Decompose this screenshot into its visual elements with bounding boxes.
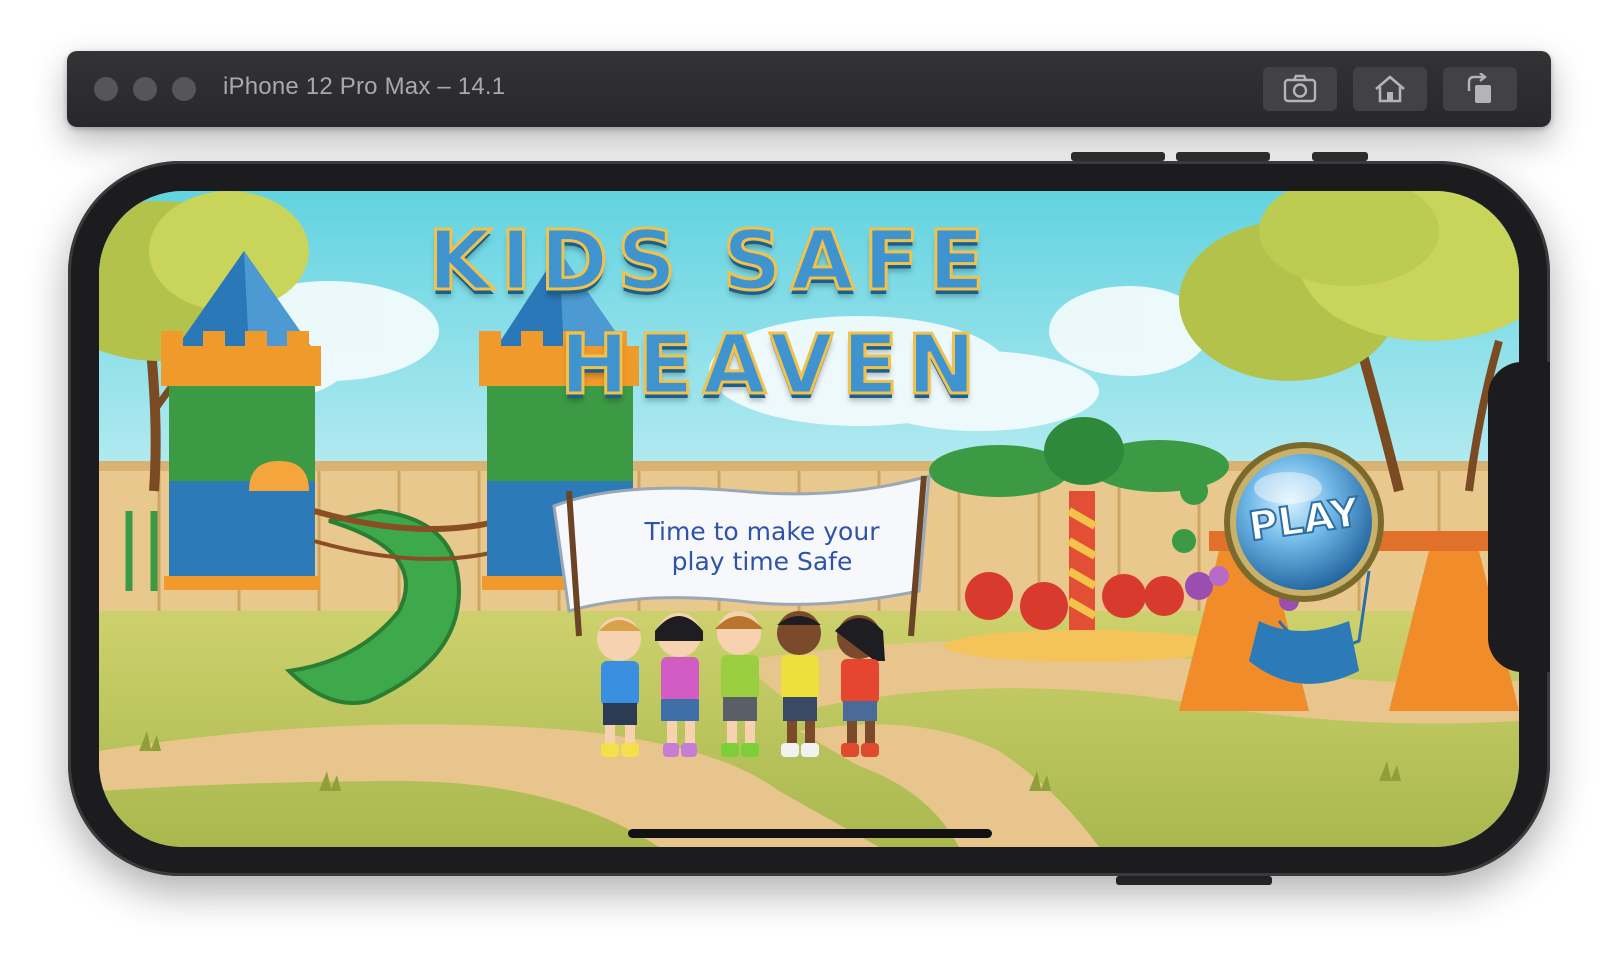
zoom-window-button[interactable] [172,77,196,101]
banner-tagline: Time to make your play time Safe [596,517,928,577]
game-title-line-2: HEAVEN [559,317,985,415]
banner-line-1: Time to make your [644,517,880,546]
device-side-button [1071,152,1165,161]
home-button[interactable] [1353,67,1427,111]
device-side-button [1312,152,1368,161]
device-power-button [1116,876,1272,885]
minimize-window-button[interactable] [133,77,157,101]
simulator-title: iPhone 12 Pro Max – 14.1 [223,73,506,100]
home-indicator[interactable] [628,829,992,838]
game-title-line-1: KIDS SAFE [426,213,994,311]
screenshot-button[interactable] [1263,67,1337,111]
play-ball-icon [1224,442,1384,602]
rotate-icon [1467,73,1491,103]
camera-icon [1283,74,1317,103]
play-button[interactable] [1222,440,1386,604]
home-icon [1375,75,1405,103]
device-side-button [1176,152,1270,161]
banner-line-2: play time Safe [671,547,853,576]
device-notch [1488,362,1550,672]
rotate-button[interactable] [1443,67,1517,111]
close-window-button[interactable] [94,77,118,101]
simulator-title-bar: iPhone 12 Pro Max – 14.1 [67,51,1551,127]
